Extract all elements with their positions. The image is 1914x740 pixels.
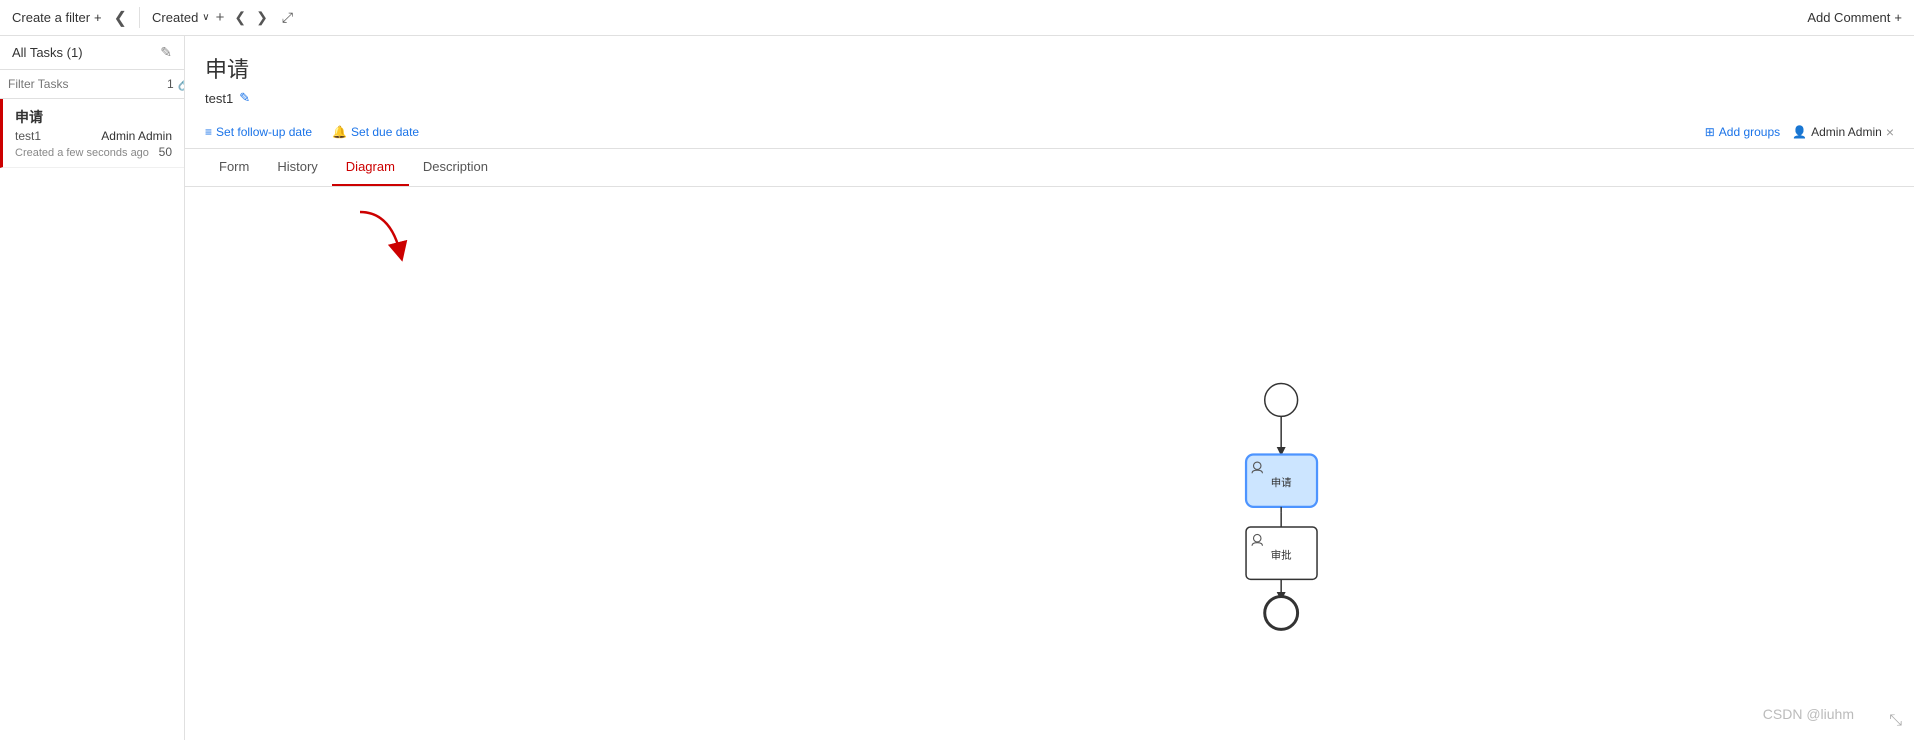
main-content: All Tasks (1) ✎ 1 🔗 ⊟ 申请 test1 Admin Adm…: [0, 36, 1914, 740]
set-follow-up-date-button[interactable]: ≡ Set follow-up date: [205, 125, 312, 139]
task-id-row: test1 ✎: [205, 90, 1894, 106]
task-detail-header: 申请 test1 ✎: [185, 36, 1914, 116]
svg-text:申请: 申请: [1271, 476, 1292, 489]
task-id: test1: [205, 91, 233, 106]
set-due-date-button[interactable]: 🔔 Set due date: [332, 125, 419, 139]
add-comment-button[interactable]: Add Comment +: [1807, 10, 1902, 25]
nav-next-button[interactable]: ❯: [252, 7, 272, 28]
filter-count: 1: [167, 77, 174, 91]
create-filter-label: Create a filter: [12, 10, 90, 25]
add-groups-button[interactable]: ⊞ Add groups: [1705, 125, 1780, 139]
task-item-date: Created a few seconds ago: [15, 147, 149, 159]
bpmn-diagram: 申请 审批: [185, 187, 1914, 740]
nav-prev-button[interactable]: ❮: [230, 7, 250, 28]
task-list: 申请 test1 Admin Admin Created a few secon…: [0, 99, 184, 740]
task-item-assignee: Admin Admin: [101, 129, 172, 143]
task-item[interactable]: 申请 test1 Admin Admin Created a few secon…: [0, 99, 184, 168]
task-id-edit-icon[interactable]: ✎: [239, 90, 250, 106]
grid-icon: ⊞: [1705, 125, 1715, 139]
create-filter-link[interactable]: Create a filter +: [12, 10, 102, 25]
list-icon: ≡: [205, 125, 212, 139]
create-filter-plus: +: [94, 10, 102, 25]
tab-description[interactable]: Description: [409, 149, 502, 186]
filter-link-button[interactable]: 🔗: [178, 76, 185, 92]
task-actions-row: ≡ Set follow-up date 🔔 Set due date ⊞ Ad…: [185, 116, 1914, 149]
task-item-name: test1: [15, 129, 41, 143]
created-label[interactable]: Created ∨: [152, 10, 210, 25]
left-panel: All Tasks (1) ✎ 1 🔗 ⊟ 申请 test1 Admin Adm…: [0, 36, 185, 740]
task-item-meta: test1 Admin Admin: [15, 129, 172, 143]
remove-admin-button[interactable]: ×: [1886, 124, 1894, 140]
task-title-row: 申请: [205, 52, 1894, 84]
chevron-down-icon: ∨: [202, 12, 209, 23]
all-tasks-label: All Tasks (1): [12, 45, 83, 60]
top-bar-left: Create a filter + ❮ Created ∨ + ❮ ❯ ⤢: [12, 6, 297, 30]
user-icon: 👤: [1792, 125, 1807, 139]
task-title-text: 申请: [205, 52, 249, 84]
task-item-title: 申请: [15, 107, 172, 127]
top-bar: Create a filter + ❮ Created ∨ + ❮ ❯ ⤢ Ad…: [0, 0, 1914, 36]
left-panel-header: All Tasks (1) ✎: [0, 36, 184, 70]
svg-text:审批: 审批: [1271, 548, 1292, 561]
top-bar-right: Add Comment +: [1807, 10, 1902, 25]
filter-tasks-input[interactable]: [8, 77, 163, 91]
admin-user-label: 👤 Admin Admin ×: [1792, 124, 1894, 140]
collapse-left-panel-button[interactable]: ❮: [110, 6, 131, 30]
tabs: Form History Diagram Description: [185, 149, 1914, 187]
created-section: Created ∨ + ❮ ❯ ⤢: [139, 7, 297, 28]
nav-arrows: ❮ ❯: [230, 7, 271, 28]
expand-button[interactable]: ⤢: [278, 7, 297, 28]
tab-history[interactable]: History: [263, 149, 331, 186]
task-actions-left: ≡ Set follow-up date 🔔 Set due date: [205, 125, 419, 139]
diagram-area: 申请 审批: [185, 187, 1914, 740]
filter-bar: 1 🔗 ⊟: [0, 70, 184, 99]
move-icon[interactable]: ⤡: [1889, 712, 1902, 730]
tab-form[interactable]: Form: [205, 149, 263, 186]
task-item-number: 50: [159, 145, 172, 159]
right-panel: 申请 test1 ✎ ≡ Set follow-up date 🔔 Set du…: [185, 36, 1914, 740]
add-view-button[interactable]: +: [216, 9, 225, 26]
tab-diagram[interactable]: Diagram: [332, 149, 409, 186]
edit-filter-button[interactable]: ✎: [160, 44, 172, 61]
task-actions-right: ⊞ Add groups 👤 Admin Admin ×: [1705, 124, 1894, 140]
bell-icon: 🔔: [332, 125, 347, 139]
